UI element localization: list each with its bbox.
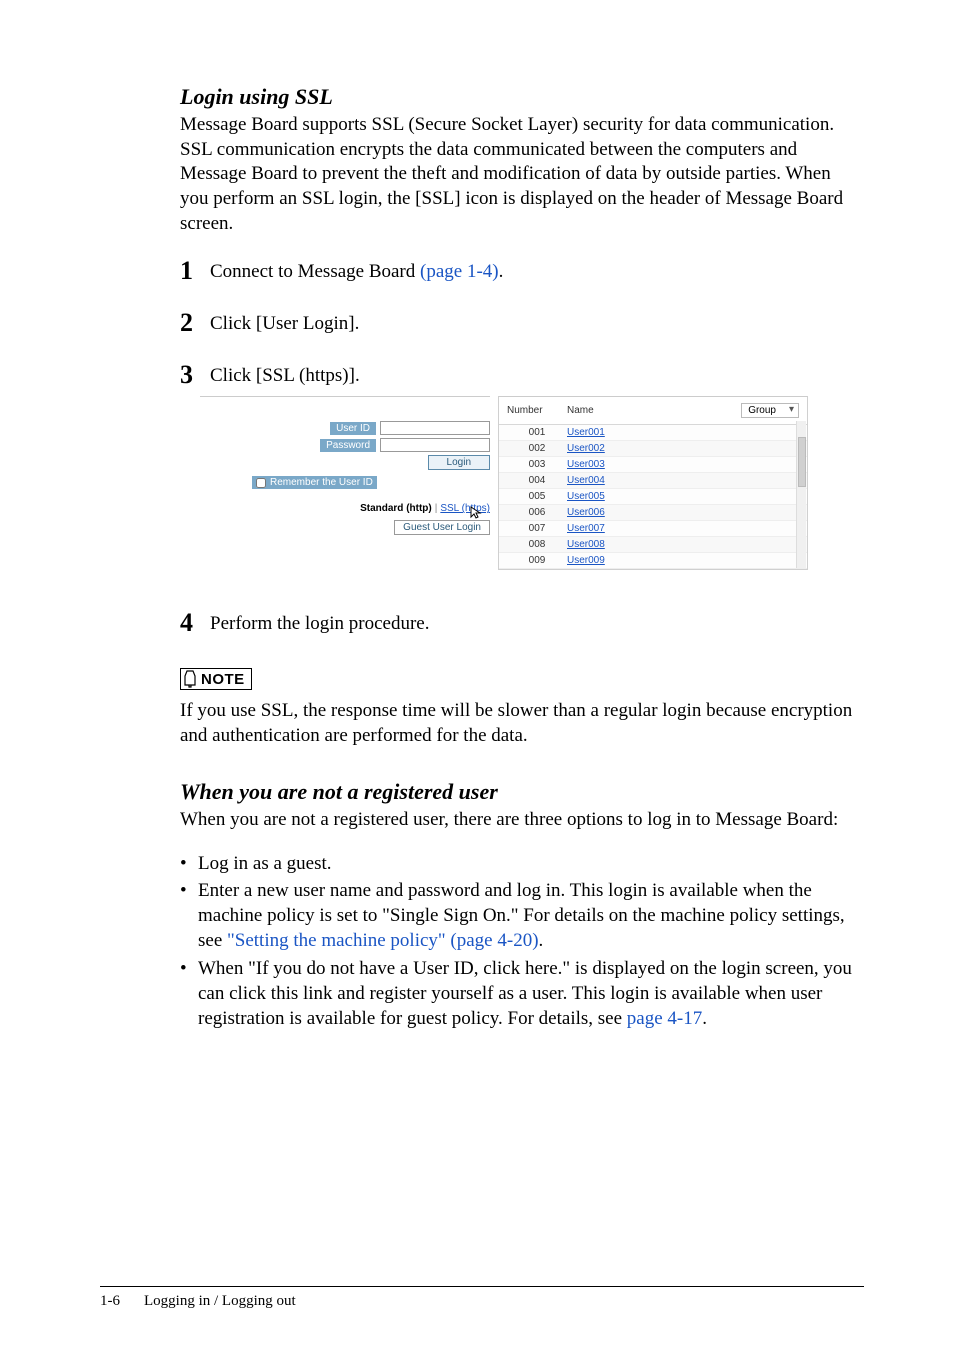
- section-heading-ssl: Login using SSL: [180, 84, 864, 110]
- note-text: If you use SSL, the response time will b…: [180, 699, 854, 748]
- page-ref-1-4[interactable]: (page 1-4): [420, 261, 499, 282]
- table-row: 006User006: [499, 505, 807, 521]
- password-label: Password: [320, 439, 376, 452]
- bullet-icon: •: [180, 878, 198, 954]
- cell-number: 003: [507, 459, 567, 470]
- col-header-name: Name: [567, 405, 667, 416]
- cell-number: 007: [507, 523, 567, 534]
- cell-name-link[interactable]: User003: [567, 459, 667, 470]
- login-screenshot-figure: User ID Password Login Remember the User…: [200, 396, 864, 570]
- standard-http-label: Standard (http): [360, 503, 432, 514]
- cell-name-link[interactable]: User007: [567, 523, 667, 534]
- step-text-1: Connect to Message Board (page 1-4).: [210, 258, 503, 283]
- cell-name-link[interactable]: User008: [567, 539, 667, 550]
- bullet-icon: •: [180, 956, 198, 1032]
- link-page-4-17[interactable]: page 4-17: [627, 1008, 702, 1029]
- step-text-2: Click [User Login].: [210, 310, 359, 335]
- cell-number: 005: [507, 491, 567, 502]
- cell-number: 009: [507, 555, 567, 566]
- login-form-panel: User ID Password Login Remember the User…: [200, 396, 490, 570]
- login-button[interactable]: Login: [428, 455, 490, 470]
- link-machine-policy[interactable]: "Setting the machine policy" (page 4-20): [227, 930, 539, 951]
- user-id-label: User ID: [330, 422, 376, 435]
- remember-label: Remember the User ID: [270, 477, 373, 488]
- cursor-icon: [470, 506, 482, 523]
- table-row: 002User002: [499, 441, 807, 457]
- bullet-2: Enter a new user name and password and l…: [198, 878, 864, 954]
- note-icon: [183, 670, 197, 688]
- cell-number: 002: [507, 443, 567, 454]
- cell-name-link[interactable]: User001: [567, 427, 667, 438]
- cell-name-link[interactable]: User002: [567, 443, 667, 454]
- password-input[interactable]: [380, 438, 490, 452]
- section-para-not-registered: When you are not a registered user, ther…: [180, 808, 854, 833]
- step-text-3: Click [SSL (https)].: [210, 362, 360, 387]
- user-list-panel: Number Name Group 001User001002User00200…: [498, 396, 808, 570]
- user-id-input[interactable]: [380, 421, 490, 435]
- cell-name-link[interactable]: User006: [567, 507, 667, 518]
- bullet-3: When "If you do not have a User ID, clic…: [198, 956, 864, 1032]
- cell-name-link[interactable]: User009: [567, 555, 667, 566]
- group-dropdown[interactable]: Group: [741, 403, 799, 418]
- section-para-ssl: Message Board supports SSL (Secure Socke…: [180, 113, 854, 236]
- table-row: 008User008: [499, 537, 807, 553]
- table-row: 007User007: [499, 521, 807, 537]
- note-badge: NOTE: [180, 668, 252, 690]
- bullet-icon: •: [180, 851, 198, 876]
- step-number-1: 1: [180, 258, 210, 284]
- table-row: 009User009: [499, 553, 807, 569]
- table-row: 004User004: [499, 473, 807, 489]
- cell-name-link[interactable]: User005: [567, 491, 667, 502]
- footer-page-number: 1-6: [100, 1293, 120, 1310]
- step-text-4: Perform the login procedure.: [210, 610, 429, 635]
- page-footer: 1-6 Logging in / Logging out: [100, 1286, 864, 1310]
- step-number-3: 3: [180, 362, 210, 388]
- col-header-number: Number: [507, 405, 567, 416]
- table-row: 005User005: [499, 489, 807, 505]
- table-row: 003User003: [499, 457, 807, 473]
- section-heading-not-registered: When you are not a registered user: [180, 779, 864, 805]
- scrollbar-thumb[interactable]: [798, 437, 806, 487]
- remember-checkbox[interactable]: [256, 478, 266, 488]
- table-row: 001User001: [499, 425, 807, 441]
- ssl-https-link[interactable]: SSL (https): [440, 503, 490, 514]
- cell-number: 008: [507, 539, 567, 550]
- step-number-2: 2: [180, 310, 210, 336]
- cell-number: 001: [507, 427, 567, 438]
- footer-title: Logging in / Logging out: [144, 1293, 296, 1310]
- bullet-1: Log in as a guest.: [198, 851, 864, 876]
- cell-name-link[interactable]: User004: [567, 475, 667, 486]
- cell-number: 004: [507, 475, 567, 486]
- cell-number: 006: [507, 507, 567, 518]
- step-number-4: 4: [180, 610, 210, 636]
- separator: |: [435, 503, 438, 514]
